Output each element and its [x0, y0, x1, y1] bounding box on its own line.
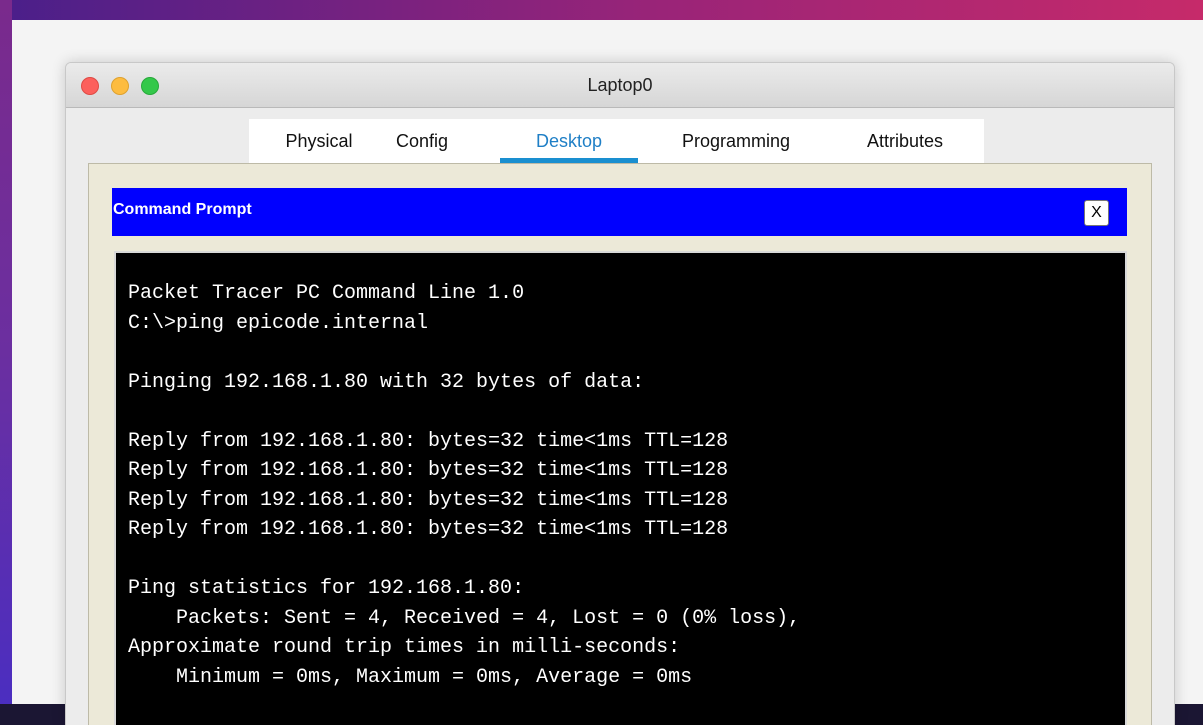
desktop-frame-left [0, 0, 12, 704]
terminal-output: Packet Tracer PC Command Line 1.0 C:\>pi… [128, 282, 801, 689]
tab-config[interactable]: Config [387, 119, 457, 163]
tab-desktop[interactable]: Desktop [500, 119, 638, 163]
tab-bar: Physical Config Desktop Programming Attr… [249, 119, 984, 163]
window-title: Laptop0 [587, 75, 653, 95]
command-prompt-close-button[interactable]: X [1084, 200, 1109, 226]
desktop-background: Laptop0 Physical Config Desktop Programm… [12, 20, 1203, 725]
laptop-window: Laptop0 Physical Config Desktop Programm… [65, 62, 1175, 725]
command-prompt-header: Command Prompt X [112, 188, 1127, 236]
window-titlebar[interactable]: Laptop0 [66, 63, 1174, 108]
command-prompt-title: Command Prompt [113, 201, 252, 218]
desktop-frame-top [0, 0, 1203, 20]
command-prompt-terminal[interactable]: Packet Tracer PC Command Line 1.0 C:\>pi… [114, 251, 1127, 725]
tab-attributes[interactable]: Attributes [845, 119, 965, 163]
desktop-tab-content: Command Prompt X Packet Tracer PC Comman… [88, 163, 1152, 725]
tab-programming[interactable]: Programming [656, 119, 816, 163]
tab-physical[interactable]: Physical [269, 119, 369, 163]
